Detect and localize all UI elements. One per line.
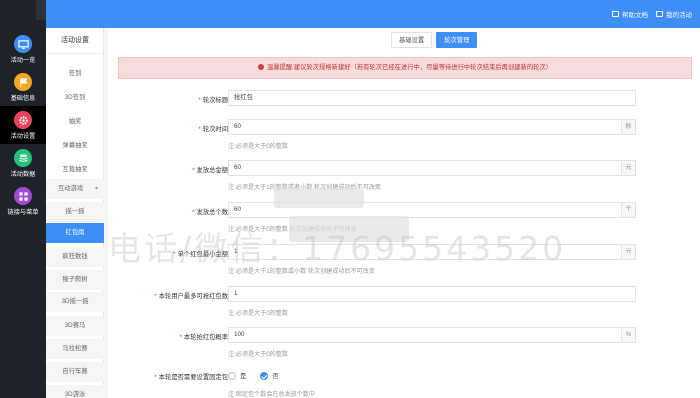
settings-subnav: 活动设置 签到 3D签到 抽奖 弹幕抽奖 互裁抽奖 互动游戏 ▾ 摇一摇 红包雨… — [46, 28, 104, 398]
probability-help: 注:必须是大于0的整数 — [228, 351, 288, 358]
blur-smudge — [289, 216, 409, 242]
tab-basic-settings[interactable]: 基础设置 — [391, 32, 433, 48]
subnav-title: 活动设置 — [46, 28, 104, 54]
probability-unit: % — [622, 327, 636, 343]
settings-tabs: 基础设置 轮次管理 — [391, 32, 478, 48]
subnav-item-danmaku-lottery[interactable]: 弹幕抽奖 — [46, 136, 104, 156]
min-amount-unit: 元 — [622, 244, 636, 260]
main-sidebar: 活动一览 基础信息 活动设置 活动数据 链接与菜单 — [0, 28, 46, 398]
logo-area — [0, 0, 46, 28]
subnav-group-interactive-games[interactable]: 互动游戏 ▾ — [46, 179, 104, 199]
grid-icon — [14, 187, 32, 205]
min-amount-input[interactable]: 1 — [228, 244, 622, 260]
subnav-item-bicycle-race[interactable]: 自行车赛 — [46, 362, 104, 382]
nav-item-basic-info[interactable]: 基础信息 — [0, 68, 46, 106]
nav-item-activity-data[interactable]: 活动数据 — [0, 144, 46, 182]
max-grab-help: 注:必须是大于0的整数 — [228, 310, 288, 317]
book-icon — [612, 11, 619, 17]
probability-input[interactable]: 100 — [228, 327, 622, 343]
subnav-item-3d-horse-race[interactable]: 3D赛马 — [46, 316, 104, 336]
warning-icon — [257, 63, 264, 70]
fixed-packet-radio-group: 是 否 — [228, 371, 279, 380]
database-icon — [14, 149, 32, 167]
subnav-item-monkey-climb[interactable]: 猴子爬树 — [46, 270, 104, 290]
fixed-packet-yes-label[interactable]: 是 — [240, 371, 246, 380]
main-content: 基础设置 轮次管理 温馨提醒:建议轮次规格新建好（若有轮次已经在进行中，尽量等待… — [104, 28, 700, 398]
top-links: 帮助文档 我的活动 — [612, 9, 692, 19]
subnav-item-marathon[interactable]: 马拉松赛 — [46, 339, 104, 359]
round-title-label: * 轮次标题 — [198, 97, 228, 104]
subnav-item-3d-checkin[interactable]: 3D签到 — [46, 88, 104, 108]
warning-alert: 温馨提醒:建议轮次规格新建好（若有轮次已经在进行中，尽量等待进行中轮次结束后再创… — [118, 57, 692, 79]
subnav-item-mutual-lottery[interactable]: 互裁抽奖 — [46, 160, 104, 180]
top-bar: 帮助文档 我的活动 — [0, 0, 700, 28]
round-time-unit: 秒 — [622, 119, 636, 135]
subnav-item-shake[interactable]: 摇一摇 — [46, 202, 104, 222]
blur-smudge — [274, 188, 364, 208]
fixed-packet-no-label[interactable]: 否 — [272, 371, 278, 380]
flag-icon — [14, 73, 32, 91]
subnav-item-3d-shake[interactable]: 3D摇一摇 — [46, 292, 104, 312]
round-time-label: * 轮次时间 — [198, 126, 228, 133]
round-time-help: 注:必须是大于0的整数 — [228, 143, 288, 150]
subnav-item-red-packet-rain[interactable]: 红包雨 — [46, 223, 104, 243]
total-count-unit: 个 — [622, 202, 636, 218]
max-grab-input[interactable]: 1 — [228, 286, 636, 302]
subnav-item-crazy-counting[interactable]: 疯狂数钱 — [46, 247, 104, 267]
total-count-label: * 发放总个数 — [192, 209, 228, 216]
nav-item-links-menu[interactable]: 链接与菜单 — [0, 182, 46, 220]
monitor-icon — [14, 35, 32, 53]
min-amount-help: 注:必须是大于1的整数或小数 轮次创建成功后不可改变 — [228, 268, 375, 275]
probability-label: * 本轮抢红包概率 — [179, 334, 228, 341]
total-amount-input[interactable]: 60 — [228, 160, 622, 176]
tab-round-management[interactable]: 轮次管理 — [436, 32, 478, 48]
min-amount-label: * 单个红包最小金额 — [173, 251, 228, 258]
round-title-input[interactable]: 抢红包 — [228, 90, 636, 106]
list-icon — [656, 11, 663, 17]
fixed-packet-help: 注:固定包个数会在总发放个数中 — [228, 391, 316, 398]
fixed-packet-no-radio[interactable] — [260, 371, 269, 380]
gear-icon — [14, 111, 32, 129]
max-grab-label: * 本轮用户最多可抢红包数 — [154, 293, 228, 300]
fixed-packet-label: * 本轮是否需要设置固定包 — [154, 374, 228, 381]
nav-item-overview[interactable]: 活动一览 — [0, 30, 46, 68]
my-activities-link[interactable]: 我的活动 — [656, 9, 692, 19]
subnav-item-3d-swimming[interactable]: 3D游泳 — [46, 385, 104, 398]
help-docs-link[interactable]: 帮助文档 — [612, 9, 648, 19]
subnav-item-checkin[interactable]: 签到 — [46, 64, 104, 84]
total-amount-label: * 发放总金额 — [192, 167, 228, 174]
total-amount-unit: 元 — [622, 160, 636, 176]
fixed-packet-yes-radio[interactable] — [228, 371, 236, 380]
round-time-input[interactable]: 60 — [228, 119, 622, 135]
subnav-item-lottery[interactable]: 抽奖 — [46, 112, 104, 132]
chevron-down-icon: ▾ — [94, 186, 98, 192]
nav-item-activity-settings[interactable]: 活动设置 — [0, 106, 46, 144]
